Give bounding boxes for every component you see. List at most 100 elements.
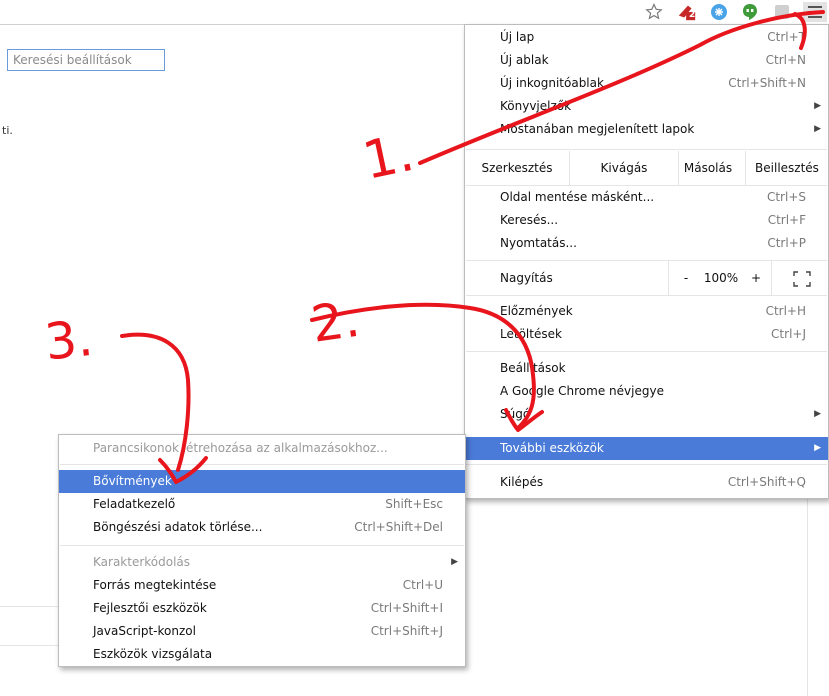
menu-item-shortcut: Ctrl+H xyxy=(765,304,806,318)
submenu-item-developer-tools[interactable]: Fejlesztői eszközök Ctrl+Shift+I xyxy=(59,597,465,620)
menu-item-shortcut: Ctrl+U xyxy=(402,578,443,592)
menu-item-shortcut: Ctrl+Shift+Del xyxy=(354,520,443,534)
menu-item-shortcut: Ctrl+Shift+J xyxy=(370,624,443,638)
zoom-out-button[interactable]: - xyxy=(671,261,701,295)
page-text-fragment: ti. xyxy=(2,124,13,137)
menu-item-label: Parancsikonok létrehozása az alkalmazáso… xyxy=(93,441,388,455)
menu-separator xyxy=(466,295,827,296)
menu-item-shortcut: Ctrl+Shift+N xyxy=(728,76,806,90)
edit-row: Szerkesztés Kivágás Másolás Beillesztés xyxy=(465,151,828,185)
menu-item-label: Könyvjelzők xyxy=(500,99,572,113)
zoom-divider xyxy=(771,261,772,295)
menu-item-new-window[interactable]: Új ablak Ctrl+N xyxy=(465,49,828,72)
menu-item-label: Karakterkódolás xyxy=(93,555,191,569)
menu-item-new-incognito-window[interactable]: Új inkognitóablak Ctrl+Shift+N xyxy=(465,72,828,95)
menu-item-help[interactable]: Súgó ▶ xyxy=(465,403,828,426)
menu-item-history[interactable]: Előzmények Ctrl+H xyxy=(465,300,828,323)
submenu-item-javascript-console[interactable]: JavaScript-konzol Ctrl+Shift+J xyxy=(59,620,465,643)
menu-separator xyxy=(60,464,464,465)
submenu-arrow-icon: ▶ xyxy=(451,557,458,567)
menu-item-label: Súgó xyxy=(500,407,531,421)
menu-item-label: Beállítások xyxy=(500,361,566,375)
submenu-item-view-source[interactable]: Forrás megtekintése Ctrl+U xyxy=(59,574,465,597)
page-divider xyxy=(0,645,62,646)
menu-item-label: Nyomtatás... xyxy=(500,236,577,250)
menu-item-shortcut: Ctrl+F xyxy=(767,213,806,227)
menu-item-label: Fejlesztői eszközök xyxy=(93,601,207,615)
hangouts-icon[interactable] xyxy=(740,2,760,22)
menu-item-label: Feladatkezelő xyxy=(93,497,176,511)
edit-label: Szerkesztés xyxy=(481,161,553,175)
menu-item-label: Forrás megtekintése xyxy=(93,578,217,592)
submenu-arrow-icon: ▶ xyxy=(814,101,821,111)
menu-separator xyxy=(466,351,827,352)
menu-item-print[interactable]: Nyomtatás... Ctrl+P xyxy=(465,232,828,255)
submenu-item-create-shortcuts: Parancsikonok létrehozása az alkalmazáso… xyxy=(59,437,465,460)
menu-item-recent-tabs[interactable]: Mostanában megjelenített lapok ▶ xyxy=(465,118,828,141)
star-icon[interactable] xyxy=(644,2,664,22)
extension-network-icon[interactable] xyxy=(709,2,729,22)
menu-item-bookmarks[interactable]: Könyvjelzők ▶ xyxy=(465,95,828,118)
annotation-step-1: 1. xyxy=(358,123,419,192)
menu-item-shortcut: Ctrl+N xyxy=(765,53,806,67)
browser-toolbar: 2 xyxy=(0,0,829,24)
menu-separator xyxy=(466,149,827,150)
menu-item-label: Mostanában megjelenített lapok xyxy=(500,122,695,136)
annotation-step-2: 2. xyxy=(308,290,363,354)
menu-item-label: Keresés... xyxy=(500,213,559,227)
menu-item-label: További eszközök xyxy=(500,441,604,455)
submenu-item-clear-browsing-data[interactable]: Böngészési adatok törlése... Ctrl+Shift+… xyxy=(59,516,465,539)
menu-item-save-page-as[interactable]: Oldal mentése másként... Ctrl+S xyxy=(465,186,828,209)
menu-item-label: JavaScript-konzol xyxy=(93,624,196,638)
menu-item-settings[interactable]: Beállítások xyxy=(465,357,828,380)
menu-item-shortcut: Ctrl+S xyxy=(766,190,806,204)
zoom-divider xyxy=(668,261,669,295)
settings-search-input[interactable]: Keresési beállítások xyxy=(7,49,165,71)
menu-item-label: Bővítmények xyxy=(93,474,172,488)
submenu-item-inspect-devices[interactable]: Eszközök vizsgálata xyxy=(59,643,465,666)
submenu-arrow-icon: ▶ xyxy=(814,124,821,134)
submenu-arrow-icon: ▶ xyxy=(814,443,821,453)
cut-button[interactable]: Kivágás xyxy=(570,151,678,185)
zoom-in-button[interactable]: + xyxy=(741,261,771,295)
menu-item-label: A Google Chrome névjegye xyxy=(500,384,664,398)
menu-item-more-tools[interactable]: További eszközök ▶ xyxy=(465,437,828,460)
paste-button[interactable]: Beillesztés xyxy=(746,151,828,185)
menu-item-label: Előzmények xyxy=(500,304,573,318)
zoom-label: Nagyítás xyxy=(500,271,553,285)
extension-badge-icon[interactable]: 2 xyxy=(677,2,697,22)
menu-item-label: Kilépés xyxy=(500,475,544,489)
page-divider xyxy=(0,606,62,607)
annotation-step-3: 3. xyxy=(42,309,96,372)
menu-item-exit[interactable]: Kilépés Ctrl+Shift+Q xyxy=(465,471,828,494)
menu-separator xyxy=(466,464,827,465)
submenu-item-encoding[interactable]: Karakterkódolás ▶ xyxy=(59,551,465,574)
menu-item-label: Letöltések xyxy=(500,327,562,341)
menu-item-label: Új lap xyxy=(500,30,535,44)
menu-separator xyxy=(60,545,464,546)
fullscreen-icon[interactable] xyxy=(785,261,819,295)
submenu-item-task-manager[interactable]: Feladatkezelő Shift+Esc xyxy=(59,493,465,516)
chrome-main-menu: Új lap Ctrl+T Új ablak Ctrl+N Új inkogni… xyxy=(464,24,829,499)
menu-item-label: Böngészési adatok törlése... xyxy=(93,520,263,534)
menu-item-find[interactable]: Keresés... Ctrl+F xyxy=(465,209,828,232)
menu-item-downloads[interactable]: Letöltések Ctrl+J xyxy=(465,323,828,346)
extension-badge-count: 2 xyxy=(689,10,696,20)
menu-item-about-chrome[interactable]: A Google Chrome névjegye xyxy=(465,380,828,403)
menu-item-label: Oldal mentése másként... xyxy=(500,190,655,204)
zoom-row: Nagyítás - 100% + xyxy=(465,261,828,295)
submenu-item-extensions[interactable]: Bővítmények xyxy=(59,470,465,493)
chrome-menu-icon[interactable] xyxy=(803,2,827,22)
menu-item-shortcut: Ctrl+Shift+Q xyxy=(727,475,806,489)
menu-item-shortcut: Ctrl+T xyxy=(767,30,806,44)
extension-gray-icon[interactable] xyxy=(772,2,792,22)
more-tools-submenu: Parancsikonok létrehozása az alkalmazáso… xyxy=(58,434,466,667)
submenu-arrow-icon: ▶ xyxy=(814,409,821,419)
menu-item-new-tab[interactable]: Új lap Ctrl+T xyxy=(465,26,828,49)
copy-button[interactable]: Másolás xyxy=(679,151,737,185)
menu-item-shortcut: Ctrl+Shift+I xyxy=(370,601,443,615)
menu-item-shortcut: Ctrl+P xyxy=(767,236,806,250)
menu-item-shortcut: Shift+Esc xyxy=(385,497,443,511)
menu-item-label: Új inkognitóablak xyxy=(500,76,604,90)
menu-item-label: Új ablak xyxy=(500,53,549,67)
